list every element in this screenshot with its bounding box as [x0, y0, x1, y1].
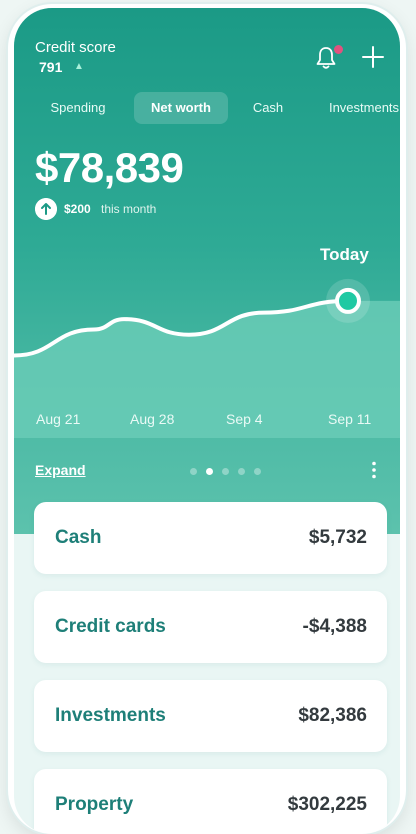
x-axis-label: Sep 11	[328, 411, 372, 427]
page-dot[interactable]	[238, 468, 245, 475]
page-dot[interactable]	[222, 468, 229, 475]
more-vertical-icon[interactable]	[366, 461, 382, 479]
category-tabs: Spending Net worth Cash Investments	[14, 92, 400, 126]
notification-dot	[334, 45, 343, 54]
x-axis-label: Aug 21	[36, 411, 81, 427]
account-card-investments[interactable]: Investments $82,386	[34, 680, 387, 752]
account-card-property[interactable]: Property $302,225	[34, 769, 387, 834]
net-worth-chart[interactable]	[14, 238, 400, 438]
net-worth-panel: Credit score 791 ▲ Spending Net worth Ca…	[14, 8, 400, 534]
credit-score-value[interactable]: 791	[39, 59, 62, 75]
tab-investments[interactable]: Investments	[314, 92, 400, 124]
arrow-up-icon	[35, 198, 57, 220]
account-amount: $82,386	[298, 705, 367, 726]
today-marker[interactable]	[335, 287, 361, 314]
credit-score-label[interactable]: Credit score	[35, 39, 116, 56]
account-card-cash[interactable]: Cash $5,732	[34, 502, 387, 574]
page-dot[interactable]	[254, 468, 261, 475]
app-screen: Credit score 791 ▲ Spending Net worth Ca…	[14, 8, 400, 834]
monthly-change-note: this month	[101, 202, 157, 216]
account-label: Credit cards	[55, 616, 166, 637]
account-amount: $5,732	[308, 527, 367, 548]
account-label: Property	[55, 794, 134, 815]
account-amount: -$4,388	[302, 616, 367, 637]
page-dot[interactable]	[190, 468, 197, 475]
account-label: Cash	[55, 527, 102, 548]
phone-frame: Credit score 791 ▲ Spending Net worth Ca…	[8, 4, 406, 834]
page-dot-active[interactable]	[206, 468, 213, 475]
net-worth-amount: $78,839	[35, 144, 184, 191]
x-axis-label: Aug 28	[130, 411, 175, 427]
expand-link[interactable]: Expand	[35, 462, 86, 478]
tab-net-worth[interactable]: Net worth	[134, 92, 228, 124]
chart-marker-label: Today	[320, 245, 369, 264]
triangle-up-icon: ▲	[74, 61, 84, 72]
x-axis-label: Sep 4	[226, 411, 263, 427]
account-card-credit-cards[interactable]: Credit cards -$4,388	[34, 591, 387, 663]
tab-spending[interactable]: Spending	[38, 92, 118, 124]
monthly-change-value: $200	[64, 202, 91, 216]
plus-icon[interactable]	[361, 45, 385, 69]
tab-cash[interactable]: Cash	[242, 92, 294, 124]
account-amount: $302,225	[287, 794, 367, 815]
account-label: Investments	[55, 705, 166, 726]
